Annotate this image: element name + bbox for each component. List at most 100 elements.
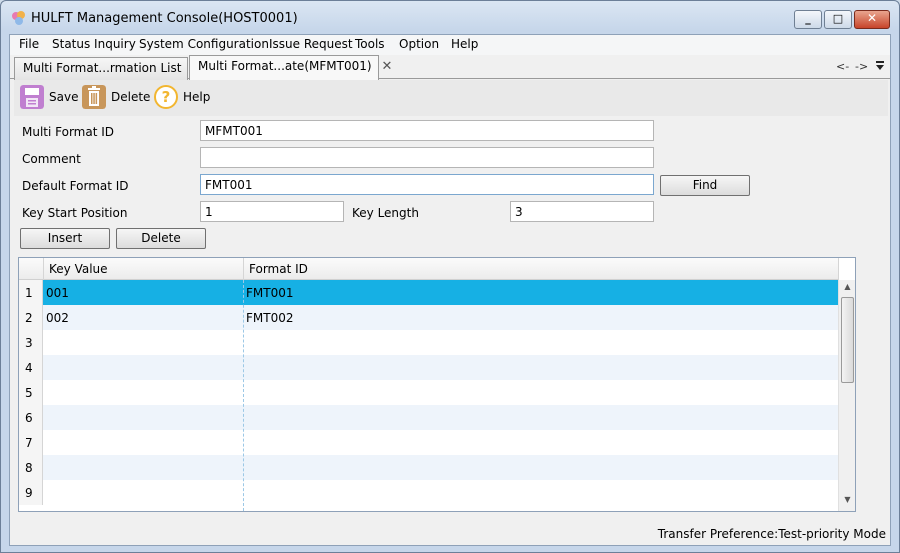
format-id-cell[interactable]	[244, 330, 834, 355]
table-row[interactable]: 5	[19, 380, 839, 405]
question-mark-icon: ?	[154, 85, 178, 109]
table-row[interactable]: 4	[19, 355, 839, 380]
app-window: HULFT Management Console(HOST0001) _ □ ✕…	[0, 0, 900, 553]
column-header-format-id[interactable]: Format ID	[244, 258, 839, 280]
tab-forward-button[interactable]: ->	[855, 60, 868, 73]
column-divider	[243, 280, 244, 511]
comment-label: Comment	[22, 152, 81, 166]
format-id-cell[interactable]	[244, 355, 834, 380]
default-format-id-field[interactable]: FMT001	[200, 174, 654, 195]
comment-field[interactable]	[200, 147, 654, 168]
close-icon[interactable]: ✕	[382, 59, 393, 74]
row-number: 7	[19, 430, 43, 455]
menu-system-configuration[interactable]: System Configuration	[139, 37, 269, 51]
key-start-position-label: Key Start Position	[22, 206, 128, 220]
vertical-scrollbar[interactable]: ▲ ▼	[838, 280, 855, 511]
key-format-table: Key Value Format ID 1 001 FMT001 2 002 F…	[18, 257, 856, 512]
table-row[interactable]: 7	[19, 430, 839, 455]
menu-status-inquiry[interactable]: Status Inquiry	[52, 37, 136, 51]
row-number: 4	[19, 355, 43, 380]
minimize-icon: _	[805, 12, 811, 25]
menu-help[interactable]: Help	[451, 37, 478, 51]
menu-file[interactable]: File	[19, 37, 39, 51]
key-value-cell[interactable]	[44, 405, 243, 430]
table-row[interactable]: 3	[19, 330, 839, 355]
transfer-preference-status: Transfer Preference:Test-priority Mode	[657, 527, 886, 541]
table-row[interactable]: 2 002 FMT002	[19, 305, 839, 330]
maximize-button[interactable]: □	[824, 10, 852, 29]
format-id-cell[interactable]	[244, 430, 834, 455]
menu-issue-request[interactable]: Issue Request	[269, 37, 353, 51]
menu-tools[interactable]: Tools	[355, 37, 385, 51]
table-row[interactable]: 6	[19, 405, 839, 430]
delete-row-button[interactable]: Delete	[116, 228, 206, 249]
title-bar: HULFT Management Console(HOST0001) _ □ ✕	[1, 1, 899, 35]
format-id-cell[interactable]: FMT001	[244, 280, 834, 305]
key-value-cell[interactable]	[44, 455, 243, 480]
format-id-cell[interactable]: FMT002	[244, 305, 834, 330]
row-number: 5	[19, 380, 43, 405]
row-number: 6	[19, 405, 43, 430]
row-number: 1	[19, 280, 43, 305]
help-label: Help	[183, 90, 211, 104]
row-number-header	[19, 258, 44, 280]
chevron-down-icon[interactable]	[875, 61, 885, 73]
tab-label: Multi Format...ate(MFMT001)	[198, 59, 372, 73]
format-id-cell[interactable]	[244, 380, 834, 405]
column-header-key-value[interactable]: Key Value	[44, 258, 244, 280]
key-length-label: Key Length	[352, 206, 419, 220]
tab-multi-format-list[interactable]: Multi Format...rmation List	[14, 57, 188, 80]
save-label: Save	[49, 90, 79, 104]
menu-bar: File Status Inquiry System Configuration…	[10, 35, 890, 55]
key-value-cell[interactable]	[44, 380, 243, 405]
multi-format-id-label: Multi Format ID	[22, 125, 115, 139]
row-number: 8	[19, 455, 43, 480]
key-value-cell[interactable]: 002	[44, 305, 243, 330]
client-area: File Status Inquiry System Configuration…	[9, 34, 891, 546]
format-id-cell[interactable]	[244, 480, 834, 505]
window-title: HULFT Management Console(HOST0001)	[31, 11, 298, 26]
row-number: 2	[19, 305, 43, 330]
table-row[interactable]: 9	[19, 480, 839, 505]
key-length-field[interactable]: 3	[510, 201, 654, 222]
key-start-position-field[interactable]: 1	[200, 201, 344, 222]
close-icon: ✕	[866, 11, 878, 25]
scroll-thumb[interactable]	[841, 297, 854, 383]
key-value-cell[interactable]	[44, 480, 243, 505]
delete-label: Delete	[111, 90, 151, 104]
row-number: 9	[19, 480, 43, 505]
tab-back-button[interactable]: <-	[836, 60, 849, 73]
find-button[interactable]: Find	[660, 175, 750, 196]
status-bar: Transfer Preference:Test-priority Mode	[10, 523, 890, 545]
format-id-cell[interactable]	[244, 455, 834, 480]
save-button[interactable]: Save	[20, 85, 80, 111]
floppy-disk-icon	[20, 85, 44, 109]
toolbar: Save Delete ? Help	[14, 80, 888, 116]
menu-option[interactable]: Option	[399, 37, 439, 51]
tab-label: Multi Format...rmation List	[23, 61, 182, 75]
scroll-down-arrow-icon[interactable]: ▼	[839, 495, 855, 509]
table-row[interactable]: 8	[19, 455, 839, 480]
key-value-cell[interactable]: 001	[44, 280, 243, 305]
close-window-button[interactable]: ✕	[854, 10, 890, 29]
scroll-up-arrow-icon[interactable]: ▲	[839, 282, 855, 296]
multi-format-id-field[interactable]: MFMT001	[200, 120, 654, 141]
help-button[interactable]: ? Help	[154, 85, 214, 111]
format-id-cell[interactable]	[244, 405, 834, 430]
delete-toolbar-button[interactable]: Delete	[82, 85, 152, 111]
tab-bar: Multi Format...rmation List Multi Format…	[10, 55, 890, 80]
key-value-cell[interactable]	[44, 355, 243, 380]
app-icon	[12, 11, 25, 25]
key-value-cell[interactable]	[44, 430, 243, 455]
svg-text:?: ?	[162, 88, 171, 106]
row-number: 3	[19, 330, 43, 355]
tab-multi-format-update[interactable]: Multi Format...ate(MFMT001) ✕	[189, 55, 392, 80]
default-format-id-label: Default Format ID	[22, 179, 129, 193]
table-row[interactable]: 1 001 FMT001	[19, 280, 839, 305]
trash-can-icon	[82, 85, 106, 109]
minimize-button[interactable]: _	[794, 10, 822, 29]
maximize-icon: □	[832, 12, 844, 25]
key-value-cell[interactable]	[44, 330, 243, 355]
insert-button[interactable]: Insert	[20, 228, 110, 249]
table-header: Key Value Format ID	[19, 258, 839, 280]
